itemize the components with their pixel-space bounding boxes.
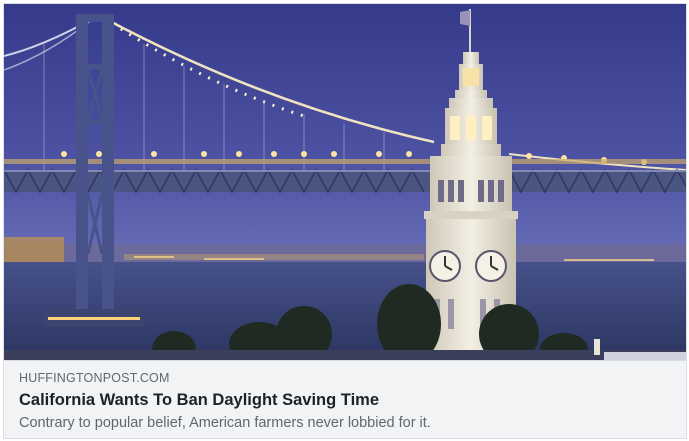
article-title[interactable]: California Wants To Ban Daylight Saving …: [19, 391, 379, 410]
source-domain: HUFFINGTONPOST.COM: [19, 371, 170, 385]
article-thumbnail-image[interactable]: [4, 4, 686, 360]
article-description: Contrary to popular belief, American far…: [19, 415, 431, 431]
link-preview-meta[interactable]: HUFFINGTONPOST.COM California Wants To B…: [4, 360, 686, 438]
link-preview-card[interactable]: HUFFINGTONPOST.COM California Wants To B…: [3, 3, 687, 439]
